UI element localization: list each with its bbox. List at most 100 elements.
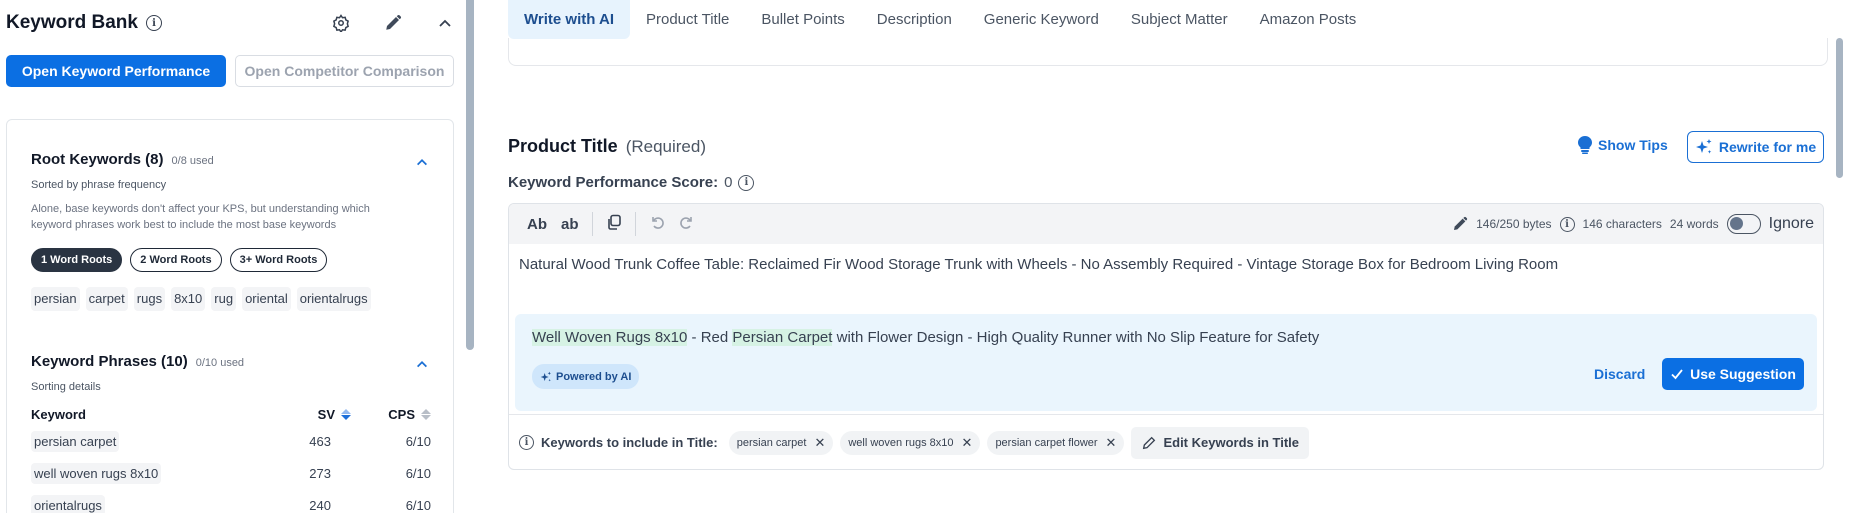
powered-by-ai-badge: Powered by AI bbox=[532, 364, 640, 389]
sorting-details-link[interactable]: Sorting details bbox=[31, 381, 101, 393]
keyword-tag-label: persian carpet bbox=[736, 436, 807, 449]
keyword-phrases-title: Keyword Phrases (10) bbox=[31, 353, 188, 370]
root-keywords-title: Root Keywords (8) bbox=[31, 151, 164, 168]
title-text-input[interactable]: Natural Wood Trunk Coffee Table: Reclaim… bbox=[519, 256, 1558, 273]
keyword-phrases-header: Keyword Phrases (10) 0/10 used bbox=[31, 353, 244, 370]
keyword-bank-card: Root Keywords (8) 0/8 used Sorted by phr… bbox=[6, 119, 454, 513]
cps-cell: 6/10 bbox=[405, 433, 431, 449]
discard-button[interactable]: Discard bbox=[1594, 366, 1645, 382]
keyword-tag: well woven rugs 8x10 ✕ bbox=[840, 430, 981, 455]
sort-icon[interactable] bbox=[421, 408, 431, 420]
keyword-tag: persian carpet ✕ bbox=[728, 430, 834, 455]
remove-keyword-icon[interactable]: ✕ bbox=[814, 435, 825, 451]
keyword-tag-label: well woven rugs 8x10 bbox=[848, 436, 954, 449]
col-sv[interactable]: SV bbox=[281, 407, 351, 422]
cps-cell: 6/10 bbox=[405, 465, 431, 481]
keyword-bank-panel: Keyword Bank i Open Keyword Performance … bbox=[0, 0, 468, 513]
bytes-count: 146/250 bytes bbox=[1476, 217, 1552, 231]
rewrite-for-me-button[interactable]: Rewrite for me bbox=[1687, 131, 1824, 163]
collapse-phrases-chevron-icon[interactable] bbox=[415, 357, 429, 371]
pencil-icon[interactable] bbox=[382, 12, 404, 34]
chevron-up-icon[interactable] bbox=[434, 12, 456, 34]
info-icon[interactable]: i bbox=[145, 15, 162, 31]
keywords-to-include-label: Keywords to include in Title: bbox=[541, 435, 718, 450]
rewrite-label: Rewrite for me bbox=[1718, 139, 1817, 155]
root-chip[interactable]: oriental bbox=[242, 287, 291, 311]
col-sv-label: SV bbox=[317, 406, 335, 422]
filter-2-word-roots[interactable]: 2 Word Roots bbox=[130, 248, 222, 272]
tab-bullet-points[interactable]: Bullet Points bbox=[745, 0, 860, 39]
keyword-cell: well woven rugs 8x10 bbox=[31, 462, 162, 484]
keyword-tag: persian carpet flower ✕ bbox=[987, 430, 1125, 455]
root-description: Alone, base keywords don't affect your K… bbox=[31, 203, 370, 231]
remove-keyword-icon[interactable]: ✕ bbox=[962, 435, 973, 451]
tab-write-with-ai[interactable]: Write with AI bbox=[508, 0, 630, 39]
info-icon[interactable]: i bbox=[738, 174, 755, 191]
right-scrollbar[interactable] bbox=[1836, 38, 1843, 178]
sv-cell: 463 bbox=[309, 433, 331, 449]
suggestion-fragment: with Flower Design - High Quality Runner… bbox=[832, 329, 1320, 346]
keyword-phrases-table: Keyword SV CPS persian carpet 463 6/10 w… bbox=[31, 403, 431, 513]
capitalize-button[interactable]: Ab bbox=[520, 216, 554, 233]
tab-product-title[interactable]: Product Title bbox=[630, 0, 745, 39]
open-competitor-comparison-button[interactable]: Open Competitor Comparison bbox=[235, 55, 454, 87]
info-icon[interactable]: i bbox=[519, 435, 534, 450]
use-suggestion-label: Use Suggestion bbox=[1690, 366, 1796, 382]
root-keywords-used: 0/8 used bbox=[171, 155, 214, 167]
edit-keywords-button[interactable]: Edit Keywords in Title bbox=[1131, 426, 1310, 459]
root-chip[interactable]: rug bbox=[211, 287, 237, 311]
left-scrollbar[interactable] bbox=[466, 0, 474, 350]
sv-cell: 240 bbox=[309, 497, 331, 513]
product-title-heading: Product Title bbox=[508, 136, 618, 156]
sv-cell: 273 bbox=[309, 465, 331, 481]
undo-icon[interactable] bbox=[642, 214, 672, 234]
root-chip[interactable]: rugs bbox=[133, 287, 166, 311]
suggestion-keyword-highlight: Persian Carpet bbox=[732, 329, 833, 346]
powered-by-label: Powered by AI bbox=[556, 370, 632, 383]
tab-subject-matter[interactable]: Subject Matter bbox=[1115, 0, 1244, 39]
editor-toolbar: Ab ab 146/250 bytes i 146 characters 24 … bbox=[509, 204, 1823, 244]
root-keyword-chips: persian carpet rugs 8x10 rug oriental or… bbox=[31, 287, 371, 311]
root-filter-pills: 1 Word Roots 2 Word Roots 3+ Word Roots bbox=[31, 248, 328, 272]
word-count: 24 words bbox=[1669, 217, 1719, 231]
gear-icon[interactable] bbox=[330, 12, 352, 34]
col-cps[interactable]: CPS bbox=[351, 407, 431, 422]
root-chip[interactable]: carpet bbox=[85, 287, 128, 311]
info-icon[interactable]: i bbox=[1559, 216, 1575, 232]
tab-amazon-posts[interactable]: Amazon Posts bbox=[1244, 0, 1373, 39]
suggestion-fragment: - Red bbox=[687, 329, 733, 346]
table-row[interactable]: well woven rugs 8x10 273 6/10 bbox=[31, 457, 431, 489]
table-header: Keyword SV CPS bbox=[31, 403, 431, 425]
keyword-bank-header: Keyword Bank i bbox=[6, 12, 162, 34]
table-row[interactable]: persian carpet 463 6/10 bbox=[31, 425, 431, 457]
lowercase-button[interactable]: ab bbox=[554, 216, 586, 233]
copy-icon[interactable] bbox=[599, 214, 629, 234]
table-row[interactable]: orientalrugs 240 6/10 bbox=[31, 489, 431, 513]
open-keyword-performance-button[interactable]: Open Keyword Performance bbox=[6, 55, 226, 87]
root-chip[interactable]: persian bbox=[31, 287, 80, 311]
sort-icon[interactable] bbox=[341, 408, 351, 420]
tab-generic-keyword[interactable]: Generic Keyword bbox=[968, 0, 1115, 39]
toolbar-stats: 146/250 bytes i 146 characters 24 words … bbox=[1452, 214, 1823, 234]
edit-keywords-label: Edit Keywords in Title bbox=[1163, 435, 1300, 450]
show-tips-button[interactable]: Show Tips bbox=[1578, 136, 1668, 154]
redo-icon[interactable] bbox=[672, 214, 702, 234]
root-chip[interactable]: 8x10 bbox=[171, 287, 206, 311]
pencil-icon[interactable] bbox=[1452, 216, 1468, 232]
collapse-root-chevron-icon[interactable] bbox=[415, 155, 429, 169]
remove-keyword-icon[interactable]: ✕ bbox=[1106, 435, 1117, 451]
filter-1-word-roots[interactable]: 1 Word Roots bbox=[31, 248, 123, 272]
toolbar-divider bbox=[591, 212, 593, 236]
ignore-label: Ignore bbox=[1768, 215, 1814, 232]
root-chip[interactable]: orientalrugs bbox=[296, 287, 371, 311]
ignore-toggle[interactable] bbox=[1726, 214, 1761, 234]
keywords-to-include-row: i Keywords to include in Title: persian … bbox=[509, 414, 1823, 469]
ai-suggestion-box: Well Woven Rugs 8x10 - Red Persian Carpe… bbox=[515, 314, 1817, 411]
app-root: Keyword Bank i Open Keyword Performance … bbox=[0, 0, 1866, 513]
show-tips-label: Show Tips bbox=[1598, 137, 1668, 153]
tab-description[interactable]: Description bbox=[861, 0, 968, 39]
keyword-bank-actions bbox=[330, 12, 456, 34]
use-suggestion-button[interactable]: Use Suggestion bbox=[1662, 358, 1804, 390]
keyword-cell: orientalrugs bbox=[31, 494, 105, 513]
filter-3-word-roots[interactable]: 3+ Word Roots bbox=[229, 248, 328, 272]
